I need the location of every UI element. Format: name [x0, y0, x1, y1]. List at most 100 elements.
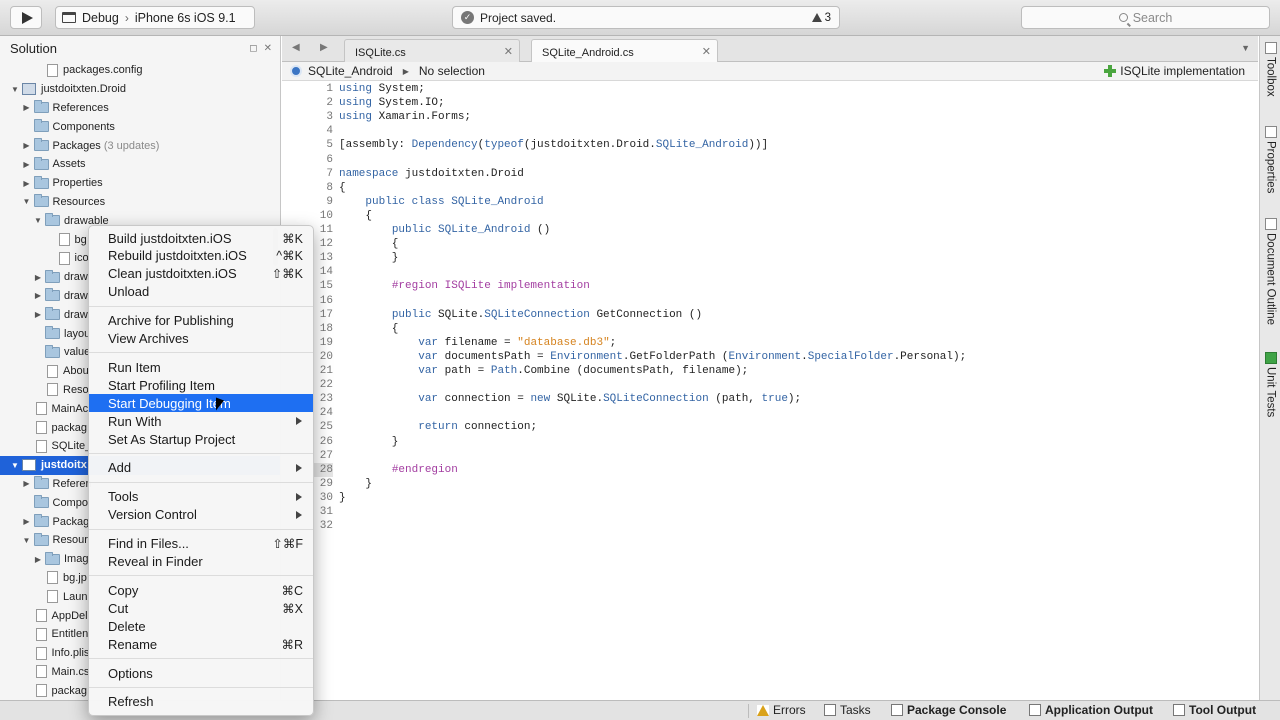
- menu-item-build-justdoitxten-ios[interactable]: Build justdoitxten.iOS ⌘K: [89, 229, 313, 247]
- application-output-pad-button[interactable]: Application Output: [1029, 703, 1153, 717]
- disclosure-open-icon[interactable]: ▼: [22, 197, 32, 206]
- menu-item-run-item[interactable]: Run Item: [89, 358, 313, 376]
- tree-item[interactable]: Components: [0, 117, 280, 136]
- dock-toolbox[interactable]: Toolbox: [1260, 42, 1280, 97]
- disclosure-open-icon[interactable]: ▼: [33, 216, 43, 225]
- menu-item-set-as-startup-project[interactable]: Set As Startup Project: [89, 430, 313, 448]
- line-source: var connection = new SQLite.SQLiteConnec…: [339, 392, 801, 406]
- code-token: public class: [365, 195, 445, 208]
- disclosure-closed-icon[interactable]: ▶: [22, 179, 32, 188]
- search-input[interactable]: Search: [1021, 6, 1270, 29]
- disclosure-open-icon[interactable]: ▼: [10, 85, 20, 94]
- tab-list-chevron-icon[interactable]: ▼: [1241, 43, 1250, 53]
- code-token: SQLite_Android: [451, 195, 544, 208]
- menu-item-archive-for-publishing[interactable]: Archive for Publishing: [89, 312, 313, 330]
- code-token: {: [339, 181, 346, 194]
- region-crumb[interactable]: ISQLite implementation: [1104, 64, 1245, 78]
- disclosure-closed-icon[interactable]: ▶: [22, 479, 32, 488]
- code-editor[interactable]: 1 using System; 2 using System.IO; 3 using Xa…: [282, 81, 1258, 700]
- line-source: public SQLite.SQLiteConnection GetConnec…: [339, 308, 702, 322]
- menu-item-copy[interactable]: Copy ⌘C: [89, 581, 313, 599]
- tree-item[interactable]: packages.config: [0, 61, 280, 80]
- errors-pad-button[interactable]: Errors: [757, 703, 806, 717]
- tree-item[interactable]: ▶ Assets: [0, 155, 280, 174]
- menu-item-rename[interactable]: Rename ⌘R: [89, 635, 313, 653]
- disclosure-closed-icon[interactable]: ▶: [22, 160, 32, 169]
- maximize-pad-icon[interactable]: ◻: [249, 43, 257, 54]
- warnings-count: 3: [824, 11, 831, 24]
- package-console-pad-button[interactable]: Package Console: [891, 703, 1006, 717]
- dock-label: Properties: [1264, 141, 1277, 194]
- menu-item-tools[interactable]: Tools: [89, 488, 313, 506]
- project-icon: [22, 83, 36, 96]
- menu-item-unload[interactable]: Unload: [89, 283, 313, 301]
- code-token: path =: [438, 365, 491, 377]
- close-pad-icon[interactable]: ✕: [264, 43, 272, 54]
- pad-label: Package Console: [907, 703, 1007, 717]
- close-tab-icon[interactable]: ✕: [702, 45, 711, 58]
- tree-item-label: Laun: [63, 590, 88, 603]
- menu-item-label: Options: [108, 665, 153, 681]
- code-token: (path,: [708, 393, 762, 406]
- tree-item-label: AppDel: [51, 609, 88, 622]
- tab-isqlite[interactable]: ISQLite.cs ✕: [344, 39, 520, 62]
- menu-item-add[interactable]: Add: [89, 459, 313, 477]
- nav-forward-icon[interactable]: ▶: [320, 42, 328, 53]
- disclosure-closed-icon[interactable]: ▶: [33, 310, 43, 319]
- disclosure-closed-icon[interactable]: ▶: [33, 555, 43, 564]
- menu-item-start-profiling-item[interactable]: Start Profiling Item: [89, 376, 313, 394]
- menu-item-reveal-in-finder[interactable]: Reveal in Finder: [89, 553, 313, 571]
- tree-item[interactable]: ▶ Properties: [0, 174, 280, 193]
- menu-item-find-in-files[interactable]: Find in Files... ⇧⌘F: [89, 535, 313, 553]
- disclosure-closed-icon[interactable]: ▶: [22, 141, 32, 150]
- code-token: {: [339, 238, 399, 251]
- member-crumb[interactable]: No selection: [419, 64, 485, 78]
- code-token: SQLite.: [431, 308, 485, 321]
- menu-item-run-with[interactable]: Run With: [89, 412, 313, 430]
- menu-item-refresh[interactable]: Refresh: [89, 693, 313, 711]
- disclosure-closed-icon[interactable]: ▶: [33, 273, 43, 282]
- warnings-indicator[interactable]: 3: [811, 11, 831, 24]
- tree-item[interactable]: ▶ Packages (3 updates): [0, 136, 280, 155]
- tree-item[interactable]: ▼ justdoitxten.Droid: [0, 80, 280, 99]
- project-icon: [22, 459, 36, 472]
- path-bar: SQLite_Android ▶ No selection ISQLite im…: [282, 62, 1258, 81]
- class-crumb[interactable]: SQLite_Android: [308, 64, 393, 78]
- menu-item-label: Clean justdoitxten.iOS: [108, 266, 237, 282]
- disclosure-closed-icon[interactable]: ▶: [22, 517, 32, 526]
- tab-sqlite-android[interactable]: SQLite_Android.cs ✕: [531, 39, 718, 62]
- menu-item-view-archives[interactable]: View Archives: [89, 330, 313, 348]
- menu-item-rebuild-justdoitxten-ios[interactable]: Rebuild justdoitxten.iOS ^⌘K: [89, 247, 313, 265]
- menu-item-options[interactable]: Options: [89, 664, 313, 682]
- nav-back-icon[interactable]: ◀: [292, 42, 300, 53]
- disclosure-closed-icon[interactable]: ▶: [33, 291, 43, 300]
- file-icon: [35, 439, 47, 453]
- dock-unit-tests[interactable]: Unit Tests: [1260, 352, 1280, 417]
- menu-item-cut[interactable]: Cut ⌘X: [89, 599, 313, 617]
- menu-item-delete[interactable]: Delete: [89, 617, 313, 635]
- menu-item-clean-justdoitxten-ios[interactable]: Clean justdoitxten.iOS ⇧⌘K: [89, 265, 313, 283]
- disclosure-open-icon[interactable]: ▼: [10, 461, 20, 470]
- tree-item[interactable]: ▼ Resources: [0, 193, 280, 212]
- menu-item-version-control[interactable]: Version Control: [89, 506, 313, 524]
- run-button[interactable]: [10, 6, 42, 29]
- tool-output-pad-button[interactable]: Tool Output: [1173, 703, 1256, 717]
- disclosure-closed-icon[interactable]: ▶: [22, 103, 32, 112]
- tree-item[interactable]: ▶ References: [0, 99, 280, 118]
- configuration-selector[interactable]: Debug › iPhone 6s iOS 9.1: [55, 6, 255, 29]
- menu-separator: [89, 658, 313, 659]
- tasks-pad-button[interactable]: Tasks: [824, 703, 871, 717]
- code-token: var: [418, 393, 439, 406]
- pad-label: Application Output: [1045, 703, 1153, 717]
- disclosure-open-icon[interactable]: ▼: [22, 536, 32, 545]
- menu-shortcut: ⌘R: [281, 637, 303, 652]
- menu-separator: [89, 528, 313, 530]
- menu-item-label: Start Debugging Item: [108, 395, 231, 411]
- dock-document-outline[interactable]: Document Outline: [1260, 218, 1280, 325]
- menu-item-start-debugging-item[interactable]: Start Debugging Item: [89, 394, 313, 413]
- dock-properties[interactable]: Properties: [1260, 126, 1280, 193]
- tree-item-label: MainAc: [51, 402, 89, 415]
- close-tab-icon[interactable]: ✕: [504, 45, 513, 58]
